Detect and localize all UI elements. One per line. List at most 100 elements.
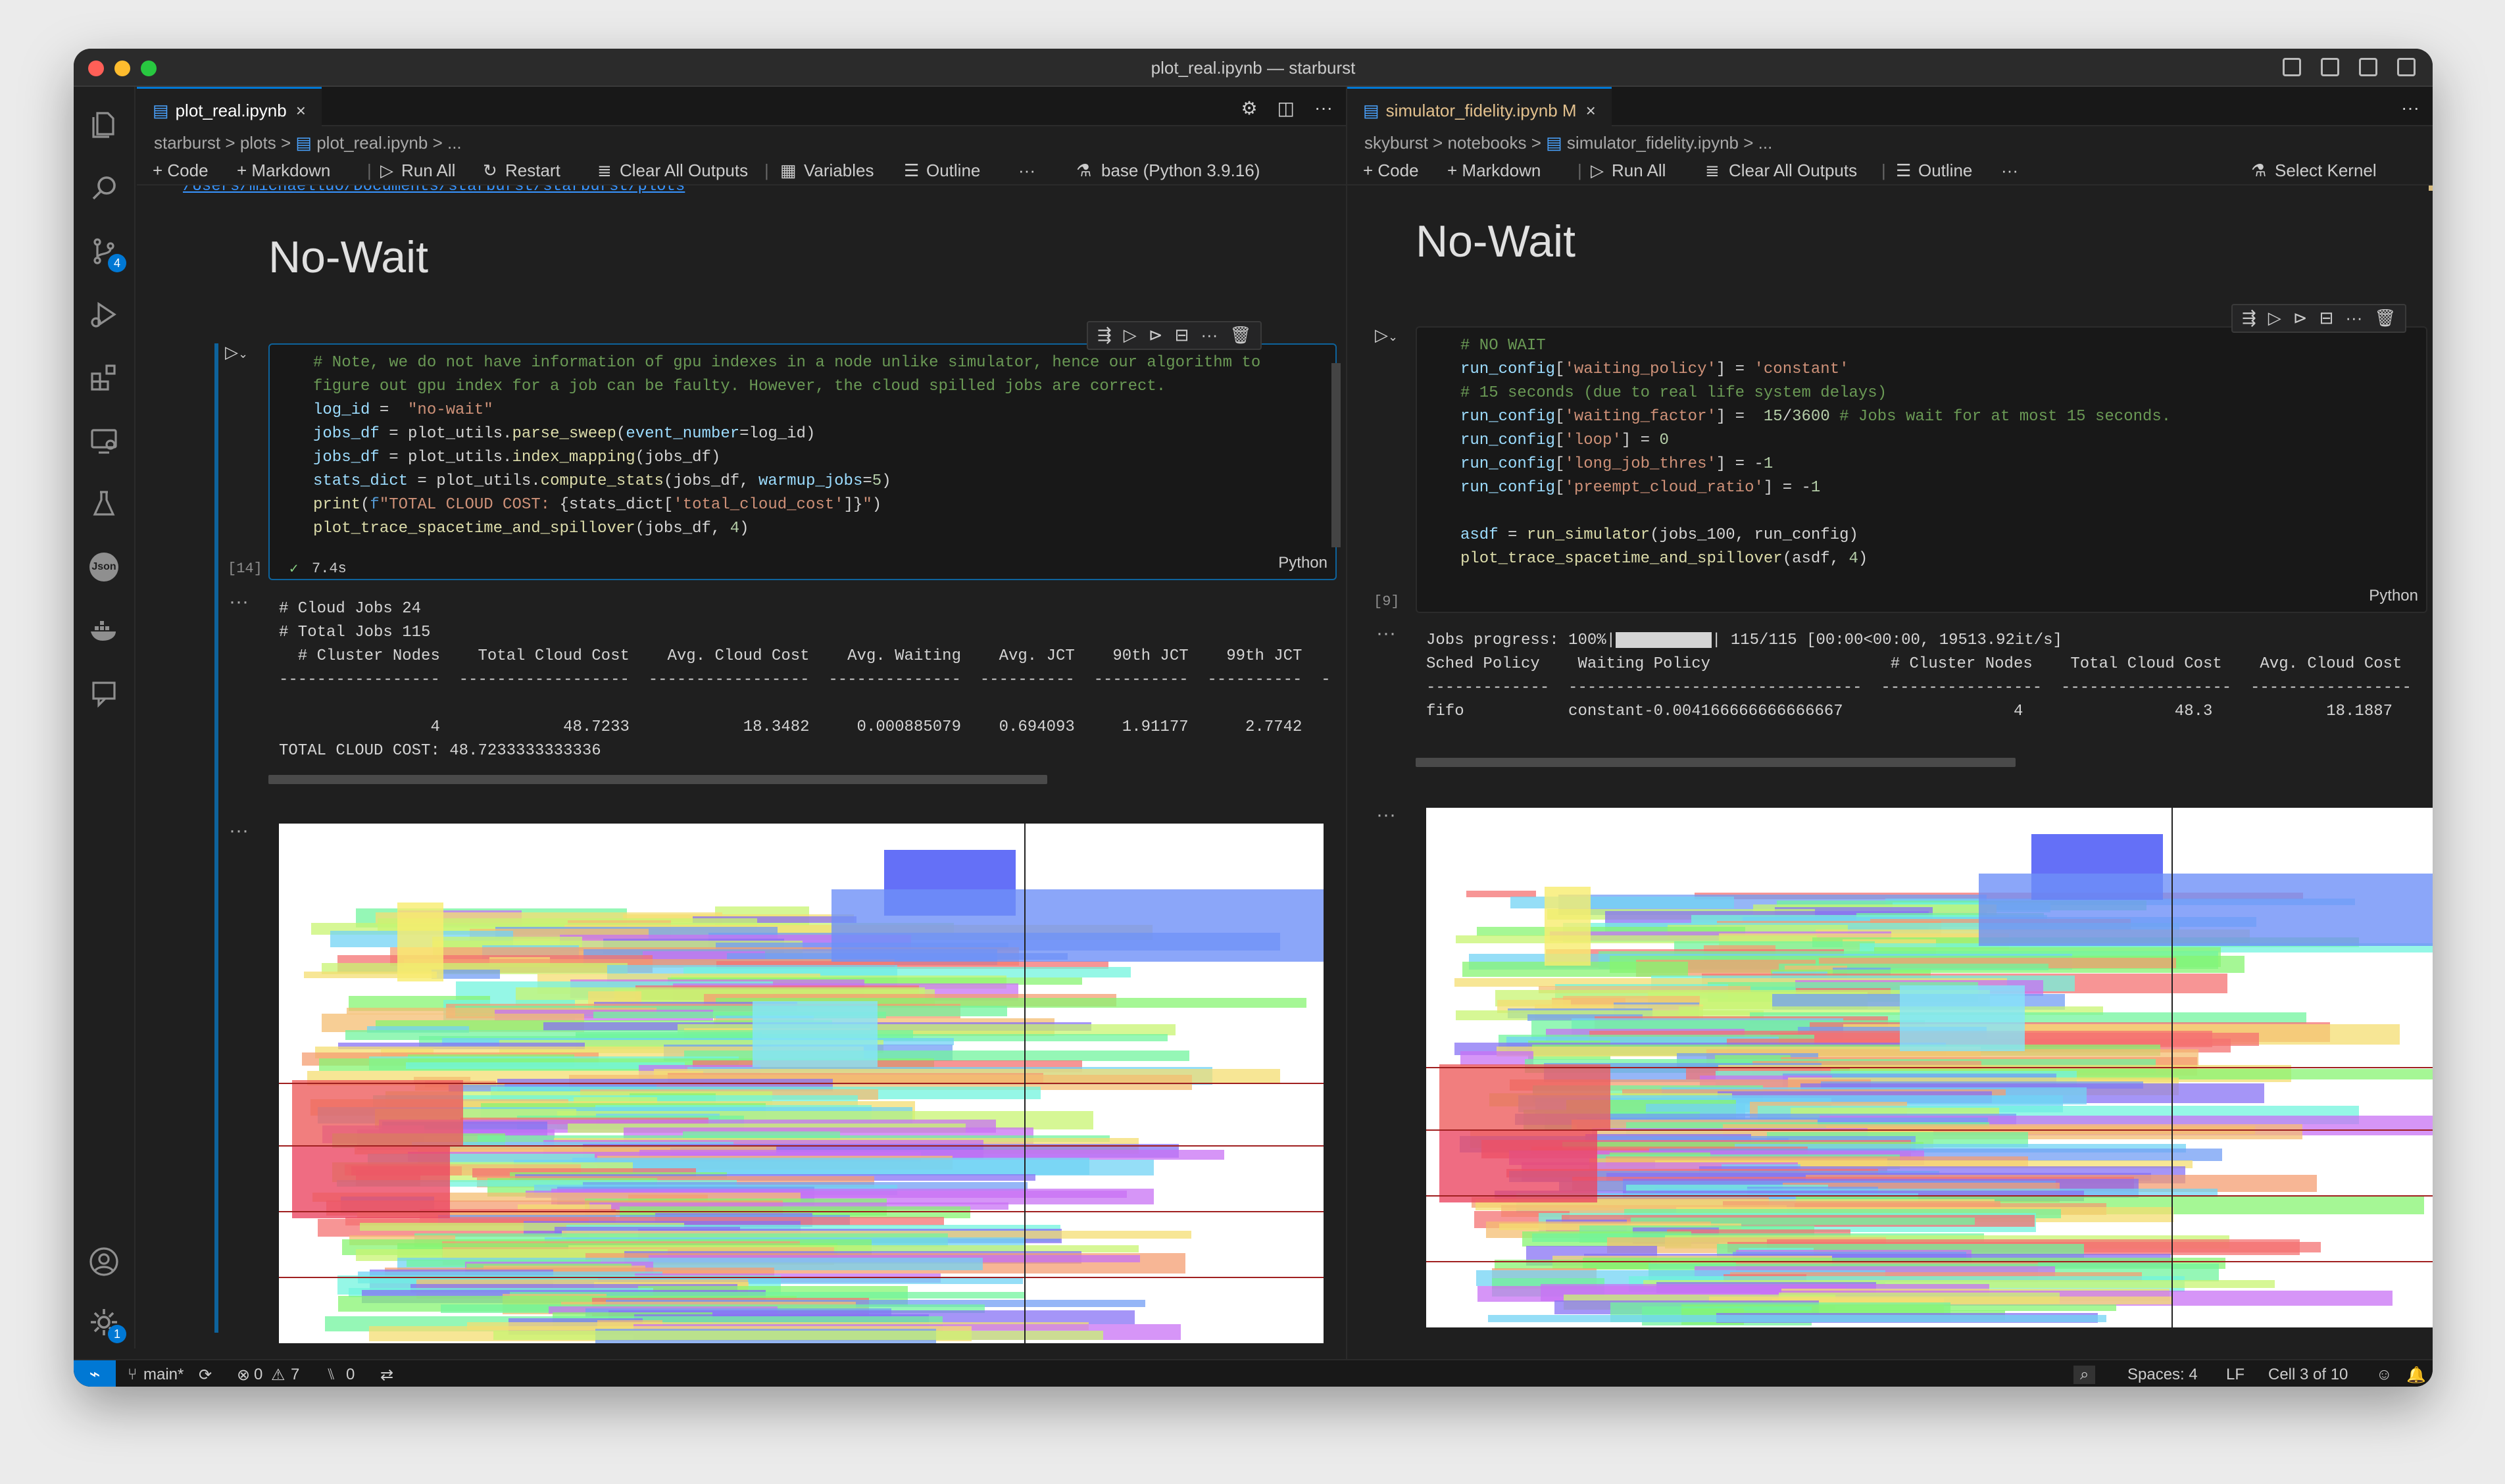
clear-outputs-button[interactable]: Clear All Outputs: [1729, 161, 1857, 181]
breadcrumb-item[interactable]: simulator_fidelity.ipynb: [1567, 133, 1739, 153]
customize-layout-icon[interactable]: [2397, 58, 2416, 76]
run-below-icon[interactable]: ⊳: [2293, 308, 2308, 329]
output-more-button[interactable]: ···: [1376, 622, 1396, 645]
copilot-icon[interactable]: ☺: [2376, 1366, 2393, 1384]
horizontal-scrollbar[interactable]: [268, 775, 1047, 784]
notifications-icon[interactable]: 🔔: [2406, 1366, 2426, 1385]
explorer-icon[interactable]: [88, 109, 120, 141]
run-above-icon[interactable]: ⇶: [1097, 325, 1112, 346]
breadcrumb-item[interactable]: ...: [1758, 133, 1773, 153]
code-line[interactable]: jobs_df = plot_utils.index_mapping(jobs_…: [270, 446, 1335, 470]
run-all-icon[interactable]: ▷: [1591, 161, 1604, 181]
tab-simulator-fidelity[interactable]: ▤ simulator_fidelity.ipynb M ×: [1347, 87, 1612, 128]
json-icon[interactable]: Json: [88, 551, 120, 583]
breadcrumb-item[interactable]: plots: [240, 133, 276, 153]
toggle-panel-icon[interactable]: [2321, 58, 2339, 76]
add-code-button[interactable]: + Code: [153, 161, 209, 181]
add-markdown-button[interactable]: + Markdown: [1447, 161, 1541, 181]
source-control-icon[interactable]: 4: [88, 235, 126, 272]
code-line[interactable]: log_id = "no-wait": [270, 399, 1335, 422]
vertical-scrollbar[interactable]: [1331, 363, 1341, 547]
gear-icon[interactable]: ⚙: [1241, 97, 1257, 119]
warning-icon[interactable]: ⚠: [271, 1366, 285, 1385]
close-tab-icon[interactable]: ×: [1586, 101, 1596, 120]
breadcrumb-item[interactable]: skyburst: [1364, 133, 1428, 153]
cell-language[interactable]: Python: [2369, 584, 2418, 608]
error-count[interactable]: 0: [254, 1366, 262, 1384]
live-share-icon[interactable]: ⇄: [380, 1366, 393, 1385]
split-editor-icon[interactable]: ◫: [1277, 97, 1295, 119]
warning-count[interactable]: 7: [291, 1366, 299, 1384]
output-more-button[interactable]: ···: [229, 591, 249, 613]
restart-icon[interactable]: ↻: [483, 161, 497, 181]
horizontal-scrollbar[interactable]: [1416, 758, 2016, 767]
code-line[interactable]: run_config['loop'] = 0: [1417, 429, 2426, 453]
chevron-down-icon[interactable]: ⌄: [238, 347, 248, 360]
eol-status[interactable]: LF: [2226, 1366, 2245, 1384]
clear-outputs-icon[interactable]: ≣: [1705, 161, 1720, 181]
clear-outputs-icon[interactable]: ≣: [597, 161, 612, 181]
toggle-secondary-sidebar-icon[interactable]: [2359, 58, 2377, 76]
breadcrumb-item[interactable]: notebooks: [1447, 133, 1526, 153]
run-debug-icon[interactable]: [88, 299, 120, 330]
manage-gear-icon[interactable]: 1: [88, 1306, 126, 1343]
output-more-button[interactable]: ···: [229, 820, 249, 842]
code-line[interactable]: # Note, we do not have information of gp…: [270, 351, 1335, 375]
code-line[interactable]: # 15 seconds (due to real life system de…: [1417, 382, 2426, 405]
outline-icon[interactable]: ☰: [1896, 161, 1911, 181]
run-above-icon[interactable]: ⇶: [2242, 308, 2256, 329]
more-actions-icon[interactable]: ···: [1314, 97, 1333, 119]
code-line[interactable]: run_config['waiting_policy'] = 'constant…: [1417, 358, 2426, 382]
branch-icon[interactable]: ⑂: [128, 1366, 137, 1384]
error-icon[interactable]: ⊗: [237, 1366, 250, 1385]
kernel-picker[interactable]: base (Python 3.9.16): [1101, 161, 1260, 181]
more-actions-icon[interactable]: ···: [2401, 97, 2419, 118]
code-line[interactable]: plot_trace_spacetime_and_spillover(asdf,…: [1417, 547, 2426, 571]
code-cell-editor[interactable]: # NO WAIT run_config['waiting_policy'] = …: [1416, 326, 2427, 613]
breadcrumb-item[interactable]: ...: [447, 133, 462, 153]
toggle-sidebar-icon[interactable]: [2283, 58, 2301, 76]
outline-icon[interactable]: ☰: [904, 161, 919, 181]
code-line[interactable]: plot_trace_spacetime_and_spillover(jobs_…: [270, 517, 1335, 541]
git-branch[interactable]: main*: [143, 1366, 184, 1384]
code-line[interactable]: stats_dict = plot_utils.compute_stats(jo…: [270, 470, 1335, 493]
code-line[interactable]: # NO WAIT: [1417, 334, 2426, 358]
breadcrumb-item[interactable]: starburst: [154, 133, 220, 153]
code-line[interactable]: asdf = run_simulator(jobs_100, run_confi…: [1417, 524, 2426, 547]
run-cell-button[interactable]: ▷⌄: [1375, 325, 1398, 345]
clear-outputs-button[interactable]: Clear All Outputs: [620, 161, 748, 181]
delete-cell-icon[interactable]: 🗑: [2374, 308, 2396, 329]
more-toolbar-button[interactable]: ···: [2001, 161, 2018, 181]
output-path-link[interactable]: /Users/michaelluo/Documents/starburst/st…: [183, 186, 685, 195]
search-icon[interactable]: [88, 172, 120, 204]
extensions-icon[interactable]: [88, 362, 120, 393]
code-cell-editor[interactable]: # Note, we do not have information of gp…: [268, 343, 1337, 580]
outline-button[interactable]: Outline: [1918, 161, 1972, 181]
docker-icon[interactable]: [88, 614, 120, 646]
zoom-icon[interactable]: ⌕: [2073, 1366, 2096, 1384]
indentation-status[interactable]: Spaces: 4: [2127, 1366, 2198, 1384]
add-markdown-button[interactable]: + Markdown: [237, 161, 330, 181]
tab-plot-real[interactable]: ▤ plot_real.ipynb ×: [137, 87, 322, 128]
remote-explorer-icon[interactable]: [88, 425, 120, 457]
code-line[interactable]: run_config['waiting_factor'] = 15/3600 #…: [1417, 405, 2426, 429]
output-more-button[interactable]: ···: [1376, 804, 1396, 826]
delete-cell-icon[interactable]: 🗑: [1229, 325, 1251, 346]
more-icon[interactable]: ···: [2345, 308, 2362, 329]
code-line[interactable]: run_config['long_job_thres'] = -1: [1417, 453, 2426, 476]
sync-icon[interactable]: ⟳: [199, 1366, 212, 1385]
run-all-button[interactable]: Run All: [401, 161, 455, 181]
code-line[interactable]: jobs_df = plot_utils.parse_sweep(event_n…: [270, 422, 1335, 446]
split-cell-icon[interactable]: ⊟: [2319, 308, 2334, 329]
variables-button[interactable]: Variables: [804, 161, 874, 181]
kernel-icon[interactable]: ⚗: [2251, 161, 2266, 181]
remote-indicator-icon[interactable]: ⌁: [74, 1360, 116, 1387]
more-icon[interactable]: ···: [1201, 325, 1218, 346]
breadcrumb-item[interactable]: plot_real.ipynb: [316, 133, 428, 153]
variables-icon[interactable]: ▦: [780, 161, 797, 181]
code-line[interactable]: [1417, 500, 2426, 524]
run-all-button[interactable]: Run All: [1612, 161, 1666, 181]
kernel-icon[interactable]: ⚗: [1076, 161, 1091, 181]
code-line[interactable]: figure out gpu index for a job can be fa…: [270, 375, 1335, 399]
chevron-down-icon[interactable]: ⌄: [1388, 330, 1398, 343]
